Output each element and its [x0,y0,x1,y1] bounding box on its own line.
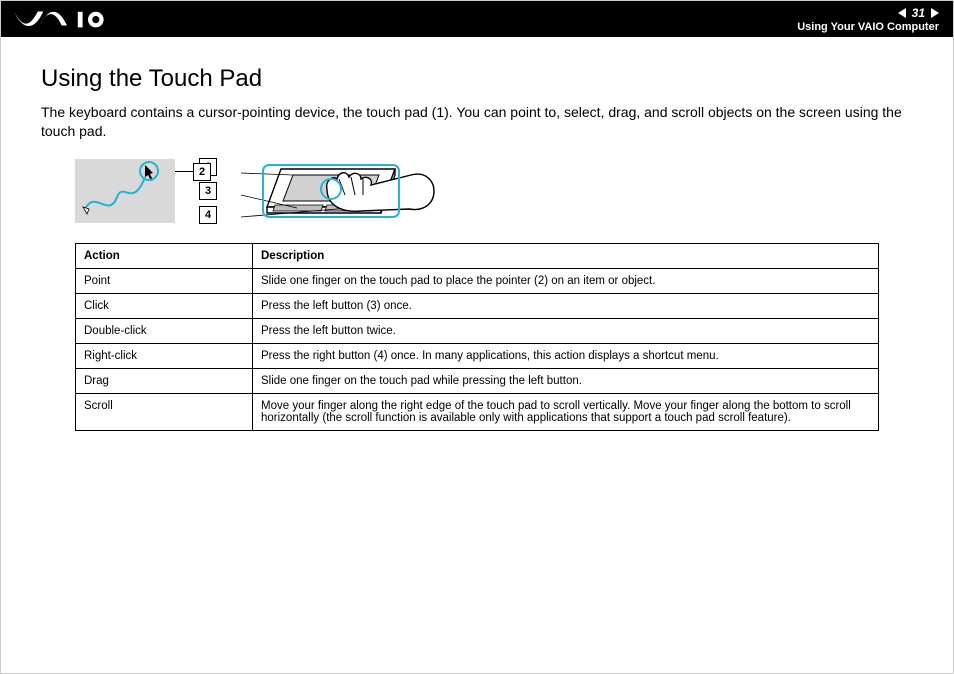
table-header-row: Action Description [76,243,879,268]
col-description: Description [253,243,879,268]
cell-action: Point [76,268,253,293]
cell-action: Double-click [76,318,253,343]
page-navigator: 31 [898,6,939,20]
page-content: Using the Touch Pad The keyboard contain… [1,37,953,431]
cell-action: Right-click [76,343,253,368]
header-right: 31 Using Your VAIO Computer [797,6,939,33]
cell-description: Press the right button (4) once. In many… [253,343,879,368]
table-row: Click Press the left button (3) once. [76,293,879,318]
figure-touchpad-hand [241,155,441,227]
illustrations: 2 1 3 4 [75,155,913,227]
figure-pointer-path: 2 [75,159,175,223]
cell-action: Drag [76,368,253,393]
cell-description: Move your finger along the right edge of… [253,393,879,430]
cell-description: Press the left button (3) once. [253,293,879,318]
actions-table: Action Description Point Slide one finge… [75,243,879,431]
callout-leader [175,171,193,172]
manual-page: 31 Using Your VAIO Computer Using the To… [0,0,954,674]
callout-4: 4 [199,206,217,224]
table-row: Point Slide one finger on the touch pad … [76,268,879,293]
header-bar: 31 Using Your VAIO Computer [1,1,953,37]
vaio-logo [13,8,109,30]
table-row: Right-click Press the right button (4) o… [76,343,879,368]
cell-action: Click [76,293,253,318]
page-number: 31 [912,6,925,20]
cell-description: Slide one finger on the touch pad while … [253,368,879,393]
callout-3: 3 [199,182,217,200]
table-row: Scroll Move your finger along the right … [76,393,879,430]
cell-description: Press the left button twice. [253,318,879,343]
col-action: Action [76,243,253,268]
table-row: Double-click Press the left button twice… [76,318,879,343]
callout-2: 2 [193,163,211,181]
section-label: Using Your VAIO Computer [797,21,939,33]
prev-page-icon[interactable] [898,8,906,18]
cell-action: Scroll [76,393,253,430]
table-row: Drag Slide one finger on the touch pad w… [76,368,879,393]
cell-description: Slide one finger on the touch pad to pla… [253,268,879,293]
intro-text: The keyboard contains a cursor-pointing … [41,103,913,141]
next-page-icon[interactable] [931,8,939,18]
page-title: Using the Touch Pad [41,65,913,93]
